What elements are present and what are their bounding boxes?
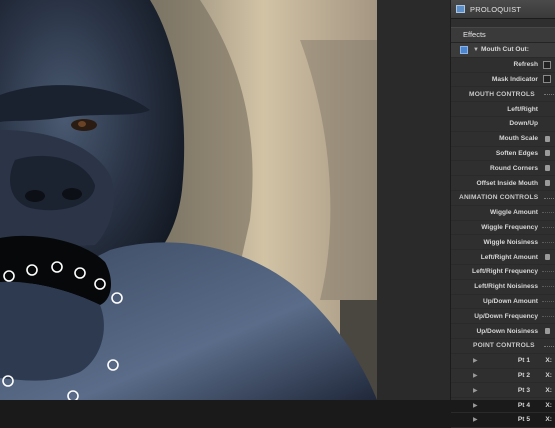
point-row-1[interactable]: ▶ Pt 1 X: [451, 354, 555, 369]
point-row-4[interactable]: ▶ Pt 4 X: [451, 398, 555, 413]
param-label: Down/Up [509, 120, 538, 128]
disclosure-triangle-icon[interactable]: ▶ [473, 416, 478, 423]
param-row[interactable]: Round Corners [451, 161, 555, 177]
slider-knob[interactable] [544, 254, 550, 261]
param-label: Refresh [513, 61, 538, 69]
param-row-refresh[interactable]: Refresh [451, 58, 555, 73]
section-animation-controls[interactable]: ANIMATION CONTROLS [451, 191, 555, 206]
param-label: Wiggle Amount [489, 209, 538, 217]
param-label: Round Corners [490, 164, 538, 172]
point-row-2[interactable]: ▶ Pt 2 X: [451, 369, 555, 384]
inspector-panel: PROLOQUIST Effects ▼ Mouth Cut Out: Refr… [450, 0, 555, 428]
gorilla-image [0, 0, 377, 400]
viewer-gutter [377, 0, 450, 400]
refresh-checkbox[interactable] [543, 60, 551, 69]
param-label: Mouth Scale [499, 135, 538, 143]
canvas-viewer[interactable] [0, 0, 377, 400]
effect-name: Mouth Cut Out: [480, 46, 529, 54]
param-label: Wiggle Noisiness [483, 238, 538, 246]
effect-row[interactable]: ▼ Mouth Cut Out: [451, 43, 555, 58]
param-label: Soften Edges [495, 149, 538, 157]
point-label: Pt 1 [517, 357, 530, 365]
effect-enable-checkbox[interactable] [460, 45, 468, 54]
param-row[interactable]: Left/Right Frequency [451, 265, 555, 280]
x-label: X: [545, 401, 552, 409]
param-label: Up/Down Noisiness [476, 327, 538, 335]
disclosure-triangle-icon[interactable]: ▼ [473, 47, 479, 53]
panel-titlebar: PROLOQUIST [451, 0, 555, 19]
param-row[interactable]: Left/Right Amount [451, 250, 555, 265]
slider-knob[interactable] [544, 328, 550, 335]
param-label: Left/Right Noisiness [474, 283, 538, 291]
x-label: X: [545, 386, 552, 394]
disclosure-triangle-icon[interactable]: ▶ [473, 387, 478, 394]
param-row[interactable]: Offset Inside Mouth [451, 176, 555, 191]
point-label: Pt 5 [517, 416, 530, 424]
param-row[interactable]: Wiggle Amount [451, 206, 555, 221]
point-label: Pt 4 [517, 401, 530, 409]
x-label: X: [545, 371, 552, 379]
param-row[interactable]: Down/Up [451, 117, 555, 132]
point-label: Pt 2 [517, 371, 530, 379]
slider-knob[interactable] [544, 180, 550, 187]
param-row[interactable]: Up/Down Noisiness [451, 324, 555, 339]
disclosure-triangle-icon[interactable]: ▶ [473, 402, 478, 409]
slider-knob[interactable] [544, 135, 550, 142]
effects-header: Effects [451, 27, 555, 43]
section-label: ANIMATION CONTROLS [459, 194, 539, 202]
param-label: Left/Right Frequency [472, 268, 538, 276]
slider-knob[interactable] [544, 150, 550, 157]
param-label: Up/Down Amount [482, 297, 538, 305]
param-row[interactable]: Up/Down Amount [451, 295, 555, 310]
param-label: Offset Inside Mouth [476, 179, 538, 187]
point-row-3[interactable]: ▶ Pt 3 X: [451, 383, 555, 399]
param-label: Wiggle Frequency [481, 223, 538, 231]
panel-title: PROLOQUIST [470, 4, 522, 14]
disclosure-triangle-icon[interactable]: ▶ [473, 357, 478, 364]
param-row[interactable]: Wiggle Noisiness [451, 235, 555, 251]
section-label: MOUTH CONTROLS [469, 90, 535, 98]
param-label: Left/Right Amount [480, 253, 538, 261]
x-label: X: [545, 357, 552, 365]
point-label: Pt 3 [517, 386, 530, 394]
param-row[interactable]: Left/Right Noisiness [451, 280, 555, 295]
param-row[interactable]: Wiggle Frequency [451, 221, 555, 236]
param-row[interactable]: Mouth Scale [451, 132, 555, 147]
param-row[interactable]: Up/Down Frequency [451, 309, 555, 325]
section-mouth-controls[interactable]: MOUTH CONTROLS [451, 87, 555, 103]
disclosure-triangle-icon[interactable]: ▶ [473, 372, 478, 379]
section-point-controls[interactable]: POINT CONTROLS [451, 339, 555, 354]
x-label: X: [545, 416, 552, 424]
mask-indicator-checkbox[interactable] [543, 75, 551, 84]
slider-knob[interactable] [544, 165, 550, 172]
section-label: POINT CONTROLS [473, 342, 535, 350]
param-label: Left/Right [507, 105, 538, 113]
param-row[interactable]: Soften Edges [451, 147, 555, 162]
param-label: Up/Down Frequency [474, 312, 538, 320]
param-row[interactable]: Left/Right [451, 102, 555, 117]
app-icon [456, 5, 465, 13]
param-row-mask-indicator[interactable]: Mask Indicator [451, 73, 555, 88]
param-label: Mask Indicator [491, 75, 538, 83]
point-row-5[interactable]: ▶ Pt 5 X: [451, 413, 555, 428]
